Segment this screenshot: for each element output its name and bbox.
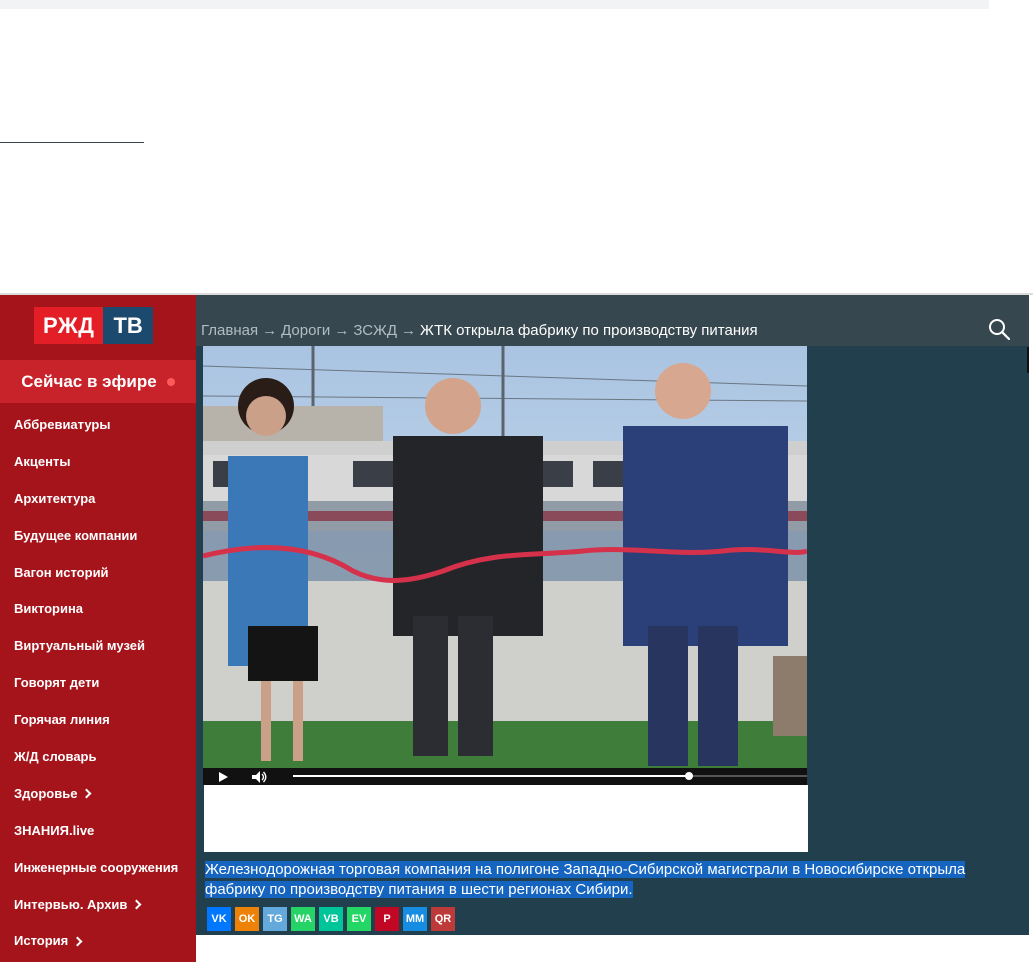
pinterest-share-icon[interactable]: P [375, 907, 399, 931]
sidebar-item-label: Ж/Д словарь [14, 748, 97, 764]
qrcode-share-icon[interactable]: QR [431, 907, 455, 931]
video-progress-knob[interactable] [684, 772, 693, 780]
play-icon[interactable] [219, 771, 228, 782]
breadcrumb-zszhd[interactable]: ЗСЖД [353, 322, 397, 339]
sidebar-menu: Аббревиатуры Акценты Архитектура Будущее… [0, 406, 196, 959]
sidebar-item-label: История [14, 933, 69, 949]
evernote-share-icon[interactable]: EV [347, 907, 371, 931]
video-progress-fill [293, 775, 689, 777]
sidebar-item-label: Вагон историй [14, 564, 109, 580]
rzd-tv-logo[interactable]: РЖД ТВ [34, 307, 153, 344]
video-controls [203, 768, 807, 785]
sidebar-item-label: Виртуальный музей [14, 638, 145, 654]
sidebar-item-history[interactable]: История [0, 922, 196, 959]
sidebar-item-label: Горячая линия [14, 712, 110, 728]
search-icon[interactable] [987, 317, 1011, 341]
top-rule [0, 142, 144, 143]
whatsapp-share-icon[interactable]: WA [291, 907, 315, 931]
sidebar-item-label: Будущее компании [14, 527, 138, 543]
sidebar-item-interview-archive[interactable]: Интервью. Архив [0, 886, 196, 923]
video-player[interactable] [203, 346, 807, 785]
sidebar-item-label: Говорят дети [14, 675, 100, 691]
video-progress-bar[interactable] [293, 772, 807, 780]
share-buttons: VK OK TG WA VB EV P MM QR [207, 907, 455, 931]
chevron-right-icon [72, 936, 83, 947]
logo-tv: ТВ [103, 307, 153, 344]
sidebar-item-abbreviations[interactable]: Аббревиатуры [0, 406, 196, 443]
sidebar-item-znaniya-live[interactable]: ЗНАНИЯ.live [0, 812, 196, 849]
sidebar-item-accents[interactable]: Акценты [0, 443, 196, 480]
video-caption-area [204, 785, 808, 852]
sidebar-item-label: Инженерные сооружения [14, 859, 179, 875]
header-bar: Главная → Дороги → ЗСЖД → ЖТК открыла фабрику … [196, 295, 1029, 346]
breadcrumb-separator: → [401, 322, 417, 339]
live-dot-icon [166, 377, 175, 386]
live-now-button[interactable]: Сейчас в эфире [0, 360, 196, 403]
vk-share-icon[interactable]: VK [207, 907, 231, 931]
logo-area: РЖД ТВ [0, 295, 196, 360]
article-lead: Железнодорожная торговая компания на пол… [205, 860, 1005, 900]
chevron-right-icon [81, 788, 92, 799]
breadcrumb-current: ЖТК открыла фабрику по производству пита… [420, 322, 758, 339]
article-lead-text: Железнодорожная торговая компания на пол… [205, 861, 966, 898]
sidebar-item-label: Интервью. Архив [14, 896, 128, 912]
viber-share-icon[interactable]: VB [319, 907, 343, 931]
sidebar-item-hotline[interactable]: Горячая линия [0, 701, 196, 738]
sidebar-item-health[interactable]: Здоровье [0, 775, 196, 812]
sidebar-item-rail-dictionary[interactable]: Ж/Д словарь [0, 738, 196, 775]
breadcrumb: Главная → Дороги → ЗСЖД → ЖТК открыла фабрику … [201, 322, 758, 339]
logo-rzd: РЖД [34, 307, 104, 344]
breadcrumb-home[interactable]: Главная [201, 322, 258, 339]
sidebar-item-label: ЗНАНИЯ.live [14, 822, 95, 838]
sidebar-item-quiz[interactable]: Викторина [0, 590, 196, 627]
sidebar-item-architecture[interactable]: Архитектура [0, 480, 196, 517]
breadcrumb-roads[interactable]: Дороги [281, 322, 330, 339]
sidebar-item-label: Архитектура [14, 490, 96, 506]
sidebar-item-engineering[interactable]: Инженерные сооружения [0, 849, 196, 886]
sidebar-item-label: Акценты [14, 453, 71, 469]
sidebar-item-company-future[interactable]: Будущее компании [0, 517, 196, 554]
sidebar-item-virtual-museum[interactable]: Виртуальный музей [0, 627, 196, 664]
odnoklassniki-share-icon[interactable]: OK [235, 907, 259, 931]
chevron-right-icon [131, 899, 142, 910]
moimir-share-icon[interactable]: MM [403, 907, 427, 931]
breadcrumb-separator: → [334, 322, 350, 339]
telegram-share-icon[interactable]: TG [263, 907, 287, 931]
sidebar-item-label: Здоровье [14, 785, 78, 801]
volume-icon[interactable] [252, 770, 268, 783]
sidebar-item-kids-talk[interactable]: Говорят дети [0, 664, 196, 701]
sidebar-item-label: Викторина [14, 601, 84, 617]
ribbon-cutting-photo [203, 346, 807, 768]
scrollbar-edge [1027, 347, 1029, 373]
browser-top-strip [0, 0, 1033, 9]
breadcrumb-separator: → [262, 322, 278, 339]
sidebar: РЖД ТВ Сейчас в эфире Аббревиатуры Акцен… [0, 295, 196, 962]
sidebar-item-wagon-stories[interactable]: Вагон историй [0, 554, 196, 591]
live-now-label: Сейчас в эфире [21, 371, 157, 391]
sidebar-item-label: Аббревиатуры [14, 416, 111, 432]
